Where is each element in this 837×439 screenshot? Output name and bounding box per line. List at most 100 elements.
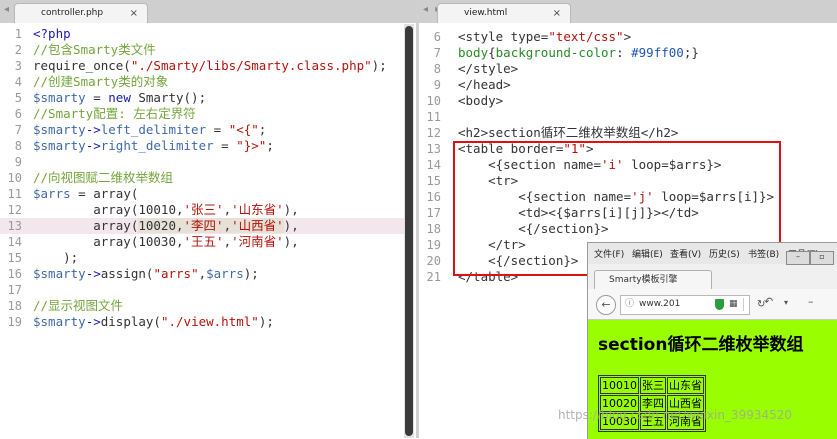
code-token: array( <box>33 218 139 233</box>
code-token: "./view.html" <box>160 314 259 329</box>
menu-bookmarks[interactable]: 书签(B) <box>748 247 779 260</box>
address-bar[interactable]: ⓘ www.201 ▦ ↻ <box>620 295 765 315</box>
code-token: Smarty(); <box>130 90 207 105</box>
tab-close-icon[interactable]: × <box>553 4 561 23</box>
code-token: "./Smarty/libs/Smarty.class.php" <box>130 58 372 73</box>
undo-icon[interactable]: ↶ <box>764 295 773 308</box>
result-table: 10010 张三 山东省 10020 李四 山西省 10030 王五 河南省 <box>598 375 706 432</box>
dropdown-arrow-icon[interactable]: ▾ <box>784 298 788 307</box>
qr-code-icon[interactable]: ▦ <box>729 296 738 313</box>
code-line[interactable]: <?php <box>33 26 71 42</box>
code-token: $smarty <box>33 90 86 105</box>
code-token: //显示视图文件 <box>33 298 124 313</box>
scrollbar-thumb[interactable] <box>405 26 413 436</box>
code-token: ), <box>283 234 299 249</box>
tab-view-html[interactable]: view.html × <box>437 3 571 23</box>
tab-title: controller.php <box>41 8 104 18</box>
browser-toolbar: ← ⓘ www.201 ▦ ↻ ↶ ▾ – <box>588 289 837 320</box>
code-token: : <box>616 45 632 60</box>
left-tab-bar: ◂ ▸ controller.php × <box>0 0 416 23</box>
code-line[interactable]: $smarty->right_delimiter = "}>"; <box>33 138 274 154</box>
code-token: ;} <box>683 45 699 60</box>
code-line[interactable]: </style> <box>458 61 518 77</box>
line-number: 8 <box>433 62 441 76</box>
code-line[interactable]: array(10030,'王五','河南省'), <box>33 234 299 250</box>
line-number: 14 <box>7 235 22 249</box>
code-line[interactable]: ); <box>33 250 78 266</box>
line-number: 5 <box>14 91 22 105</box>
line-number: 7 <box>14 123 22 137</box>
code-token: right_delimiter <box>100 138 214 153</box>
code-token: '张三' <box>183 202 224 217</box>
browser-tab[interactable]: Smarty模板引擎 <box>594 270 712 289</box>
line-number: 9 <box>14 155 22 169</box>
code-line[interactable]: body{background-color: #99ff00;} <box>458 45 699 61</box>
line-number: 10 <box>7 171 22 185</box>
line-number: 16 <box>426 190 441 204</box>
code-token: "<{" <box>228 122 259 137</box>
code-line[interactable]: <body> <box>458 93 503 109</box>
code-line[interactable]: //包含Smarty类文件 <box>33 42 156 58</box>
restore-button[interactable]: ▫ <box>810 251 834 265</box>
info-icon[interactable]: ⓘ <box>625 296 634 313</box>
menu-view[interactable]: 查看(V) <box>670 247 701 260</box>
code-token: array(10030, <box>33 234 184 249</box>
editor-scrollbar[interactable] <box>404 24 414 438</box>
code-token: "}>" <box>236 138 267 153</box>
line-number: 19 <box>426 238 441 252</box>
code-token: body <box>458 45 489 60</box>
line-number: 18 <box>426 222 441 236</box>
shield-icon[interactable] <box>715 299 724 310</box>
code-token: '李四' <box>183 218 224 233</box>
code-token: $smarty <box>33 266 86 281</box>
code-token: new <box>108 90 131 105</box>
tab-close-icon[interactable]: × <box>130 4 138 23</box>
menu-file[interactable]: 文件(F) <box>594 247 624 260</box>
code-token: , <box>223 202 232 217</box>
code-token: $smarty <box>33 314 86 329</box>
editor-pane-controller[interactable]: 1 <?php 2 //包含Smarty类文件 3 require_once("./Sma… <box>0 23 404 438</box>
code-token: -> <box>85 314 101 329</box>
code-token: ; <box>258 122 267 137</box>
code-token: //创建Smarty类的对象 <box>33 74 169 89</box>
code-line[interactable]: array(10020,'李四','山西省'), <box>33 218 299 234</box>
line-number: 21 <box>426 270 441 284</box>
code-line[interactable]: $smarty->left_delimiter = "<{"; <box>33 122 266 138</box>
code-token: -> <box>85 138 101 153</box>
code-token: array(10010, <box>33 202 184 217</box>
code-token: //包含Smarty类文件 <box>33 42 156 57</box>
code-token: '山东省' <box>231 202 284 217</box>
code-line[interactable]: </head> <box>458 77 511 93</box>
code-token: "arrs" <box>153 266 199 281</box>
code-line[interactable]: require_once("./Smarty/libs/Smarty.class… <box>33 58 387 74</box>
menu-history[interactable]: 历史(S) <box>709 247 740 260</box>
code-token: { <box>488 45 496 60</box>
code-line[interactable]: <style type="text/css"> <box>458 29 631 45</box>
code-token: ); <box>243 266 259 281</box>
line-number: 2 <box>14 43 22 57</box>
code-token: 10020, <box>138 218 184 233</box>
code-token: </head> <box>458 77 511 92</box>
line-number: 3 <box>14 59 22 73</box>
tab-controller-php[interactable]: controller.php × <box>14 3 148 23</box>
more-icon[interactable]: – <box>808 295 814 308</box>
code-line[interactable]: $smarty->display("./view.html"); <box>33 314 274 330</box>
code-line[interactable]: //显示视图文件 <box>33 298 123 314</box>
menu-edit[interactable]: 编辑(E) <box>632 247 663 260</box>
code-line[interactable]: $smarty = new Smarty(); <box>33 90 206 106</box>
code-token: ); <box>258 314 274 329</box>
code-token: = <box>85 90 109 105</box>
line-number: 6 <box>14 107 22 121</box>
minimize-button[interactable]: – <box>786 251 810 265</box>
code-line[interactable]: $arrs = array( <box>33 186 138 202</box>
code-line[interactable]: $smarty->assign("arrs",$arrs); <box>33 266 259 282</box>
table-cell: 山东省 <box>667 377 704 394</box>
line-number: 15 <box>426 174 441 188</box>
back-arrow-icon[interactable]: ← <box>596 295 616 315</box>
code-line[interactable]: //创建Smarty类的对象 <box>33 74 168 90</box>
code-line[interactable]: <h2>section循环二维枚举数组</h2> <box>458 125 678 141</box>
line-number: 13 <box>7 219 22 233</box>
code-line[interactable]: //Smarty配置: 左右定界符 <box>33 106 196 122</box>
code-line[interactable]: //向视图赋二维枚举数组 <box>33 170 173 186</box>
code-line[interactable]: array(10010,'张三','山东省'), <box>33 202 299 218</box>
